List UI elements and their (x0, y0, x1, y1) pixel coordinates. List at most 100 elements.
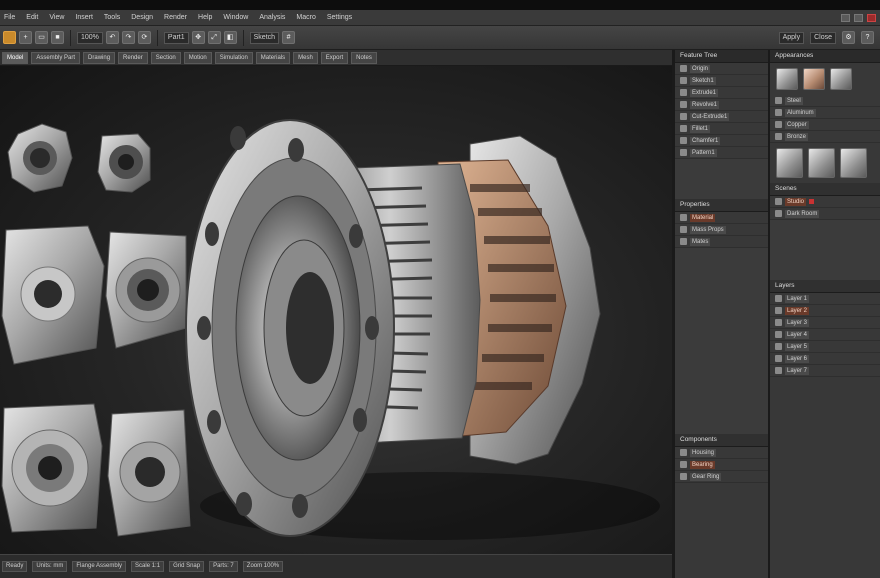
layer-item[interactable]: Layer 2 (770, 305, 880, 317)
menu-item-macro[interactable]: Macro (296, 14, 315, 21)
menu-item-tools[interactable]: Tools (104, 14, 120, 21)
redo-icon[interactable]: ↷ (121, 31, 135, 44)
tab-model[interactable]: Model (2, 51, 29, 64)
tree-item[interactable]: Fillet1 (675, 123, 768, 135)
apply-button[interactable]: Apply (778, 31, 805, 44)
app-logo-icon[interactable] (3, 31, 16, 44)
tree-item[interactable]: Cut-Extrude1 (675, 111, 768, 123)
status-bar: Ready Units: mm Flange Assembly Scale 1:… (0, 554, 672, 578)
tab-drawing[interactable]: Drawing (83, 51, 116, 64)
top-strip (0, 0, 880, 10)
close-button[interactable] (867, 13, 876, 22)
new-file-icon[interactable]: + (19, 31, 32, 44)
menu-item-edit[interactable]: Edit (26, 14, 38, 21)
status-parts: Parts: 7 (209, 561, 238, 572)
tab-mesh[interactable]: Mesh (293, 51, 318, 64)
appearance-item[interactable]: Steel (770, 95, 880, 107)
zoom-fit-icon[interactable]: ⤢ (207, 31, 221, 44)
zoom-field[interactable]: 100% (77, 31, 103, 44)
menu-item-help[interactable]: Help (198, 14, 212, 21)
copper-swatch[interactable] (803, 68, 825, 90)
menu-item-analysis[interactable]: Analysis (259, 14, 285, 21)
toolbar-separator (156, 29, 158, 46)
help-icon[interactable]: ? (861, 31, 874, 44)
toolbar-separator (70, 29, 71, 46)
open-file-icon[interactable]: ▭ (35, 31, 48, 44)
layer-item[interactable]: Layer 5 (770, 341, 880, 353)
tree-item[interactable]: Pattern1 (675, 147, 768, 159)
tab-simulation[interactable]: Simulation (214, 51, 253, 64)
layer-item[interactable]: Layer 6 (770, 353, 880, 365)
settings-icon[interactable]: ⚙ (842, 31, 855, 44)
component-item[interactable]: Gear Ring (675, 471, 768, 483)
status-units[interactable]: Units: mm (32, 561, 68, 572)
layer-icon (775, 343, 782, 350)
rotate-icon[interactable]: ⟳ (137, 31, 151, 44)
menu-item-settings[interactable]: Settings (327, 14, 352, 21)
material-icon (775, 133, 782, 140)
component-label: Bearing (690, 460, 715, 469)
menu-item-render[interactable]: Render (164, 14, 187, 21)
part-thumbnail-3[interactable] (1, 225, 105, 365)
pan-icon[interactable]: ✥ (191, 31, 205, 44)
property-item[interactable]: Material (675, 212, 768, 224)
part-thumbnail-4[interactable] (105, 231, 187, 349)
close-panel-button[interactable]: Close (810, 31, 836, 44)
panel-spacer (675, 159, 768, 199)
tab-assembly-part[interactable]: Assembly Part (31, 51, 81, 64)
scene-item[interactable]: Dark Room (770, 208, 880, 220)
layer-item[interactable]: Layer 1 (770, 293, 880, 305)
tab-motion[interactable]: Motion (183, 51, 212, 64)
appearance-item[interactable]: Copper (770, 119, 880, 131)
tab-export[interactable]: Export (320, 51, 349, 64)
feature-tree-header: Feature Tree (675, 50, 768, 63)
save-icon[interactable]: ■ (51, 31, 64, 44)
component-item[interactable]: Bearing (675, 459, 768, 471)
steel-swatch[interactable] (776, 68, 798, 90)
undo-icon[interactable]: ↶ (105, 31, 119, 44)
tree-item[interactable]: Chamfer1 (675, 135, 768, 147)
part-thumbnail-6[interactable] (107, 409, 191, 537)
part-thumbnail-5[interactable] (1, 403, 103, 533)
section-view-icon[interactable]: ◧ (223, 31, 237, 44)
menu-item-window[interactable]: Window (223, 14, 248, 21)
grid-icon[interactable]: # (282, 31, 296, 44)
tree-item[interactable]: Sketch1 (675, 75, 768, 87)
tree-item-label: Fillet1 (690, 124, 711, 133)
preview-thumbnail[interactable] (808, 148, 835, 178)
tree-item[interactable]: Revolve1 (675, 99, 768, 111)
layer-label: Layer 7 (785, 366, 810, 375)
part-field[interactable]: Part1 (163, 31, 189, 44)
tree-item[interactable]: Origin (675, 63, 768, 75)
tab-section[interactable]: Section (150, 51, 181, 64)
tab-notes[interactable]: Notes (351, 51, 377, 64)
tree-item[interactable]: Extrude1 (675, 87, 768, 99)
layer-item[interactable]: Layer 7 (770, 365, 880, 377)
appearance-item[interactable]: Bronze (770, 131, 880, 143)
part-thumbnail-2[interactable] (97, 133, 151, 193)
status-grid-snap[interactable]: Grid Snap (169, 561, 205, 572)
3d-viewport[interactable] (0, 66, 672, 554)
part-thumbnail-1[interactable] (7, 123, 73, 193)
scene-item[interactable]: Studio (770, 196, 880, 208)
component-item[interactable]: Housing (675, 447, 768, 459)
aluminum-swatch[interactable] (830, 68, 852, 90)
layer-item[interactable]: Layer 4 (770, 329, 880, 341)
tab-materials[interactable]: Materials (255, 51, 291, 64)
minimize-button[interactable] (841, 13, 850, 22)
menu-item-view[interactable]: View (49, 14, 64, 21)
appearance-item[interactable]: Aluminum (770, 107, 880, 119)
status-zoom[interactable]: Zoom 100% (242, 561, 284, 572)
menu-item-insert[interactable]: Insert (75, 14, 93, 21)
layer-item[interactable]: Layer 3 (770, 317, 880, 329)
status-scale[interactable]: Scale 1:1 (131, 561, 165, 572)
property-item[interactable]: Mass Props (675, 224, 768, 236)
preview-thumbnail[interactable] (840, 148, 867, 178)
property-item[interactable]: Mates (675, 236, 768, 248)
menu-item-file[interactable]: File (4, 14, 15, 21)
preview-thumbnail[interactable] (776, 148, 803, 178)
maximize-button[interactable] (854, 13, 863, 22)
menu-item-design[interactable]: Design (131, 14, 153, 21)
sketch-field[interactable]: Sketch (249, 31, 280, 44)
tab-render[interactable]: Render (118, 51, 148, 64)
